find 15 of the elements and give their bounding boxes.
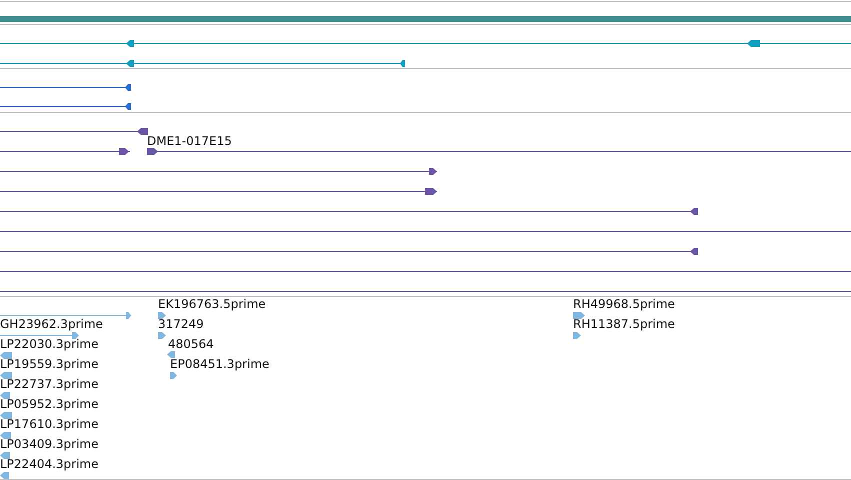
feature-label: 480564 [168,337,214,351]
feature-label: LP22030.3prime [0,337,99,351]
feature-label: GH23962.3prime [0,317,103,331]
feature-label: LP17610.3prime [0,417,99,431]
feature-label: LP19559.3prime [0,357,99,371]
feature-label: LP22404.3prime [0,457,99,471]
feature-label: EK196763.5prime [158,297,266,311]
feature-label: LP05952.3prime [0,397,99,411]
feature-label: EP08451.3prime [170,357,270,371]
feature-label: DME1-017E15 [147,134,232,148]
feature-label: RH11387.5prime [573,317,675,331]
feature-label: RH49968.5prime [573,297,675,311]
feature-label: 317249 [158,317,204,331]
feature-label: LP03409.3prime [0,437,99,451]
feature-label: LP22737.3prime [0,377,99,391]
